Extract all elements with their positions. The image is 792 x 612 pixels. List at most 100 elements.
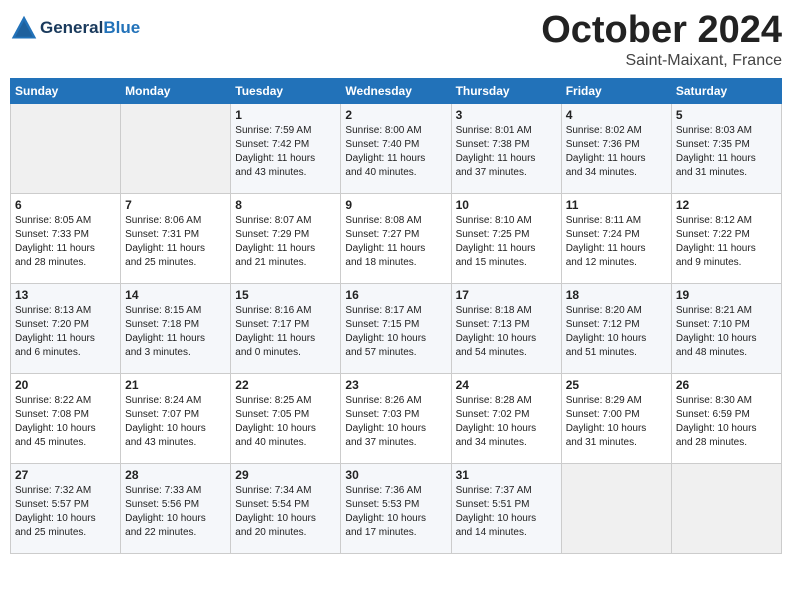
location: Saint-Maixant, France bbox=[541, 52, 782, 70]
calendar-cell: 27 Sunrise: 7:32 AM Sunset: 5:57 PM Dayli… bbox=[11, 463, 121, 553]
day-number: 20 bbox=[15, 378, 116, 392]
day-number: 3 bbox=[456, 108, 557, 122]
title-block: October 2024 Saint-Maixant, France bbox=[541, 10, 782, 70]
calendar-cell: 17 Sunrise: 8:18 AM Sunset: 7:13 PM Dayli… bbox=[451, 283, 561, 373]
calendar-week-row: 27 Sunrise: 7:32 AM Sunset: 5:57 PM Dayli… bbox=[11, 463, 782, 553]
calendar-week-row: 6Sunrise: 8:05 AM Sunset: 7:33 PM Daylig… bbox=[11, 193, 782, 283]
day-number: 18 bbox=[566, 288, 667, 302]
day-info: Sunrise: 7:34 AM Sunset: 5:54 PM Dayligh… bbox=[235, 484, 336, 540]
logo-text: GeneralBlue bbox=[40, 19, 140, 38]
day-number: 8 bbox=[235, 198, 336, 212]
day-info: Sunrise: 8:17 AM Sunset: 7:15 PM Dayligh… bbox=[345, 304, 446, 360]
day-number: 17 bbox=[456, 288, 557, 302]
weekday-header: Wednesday bbox=[341, 78, 451, 103]
logo: GeneralBlue bbox=[10, 14, 140, 42]
weekday-header: Friday bbox=[561, 78, 671, 103]
day-info: Sunrise: 8:01 AM Sunset: 7:38 PM Dayligh… bbox=[456, 124, 557, 180]
day-info: Sunrise: 8:16 AM Sunset: 7:17 PM Dayligh… bbox=[235, 304, 336, 360]
day-number: 15 bbox=[235, 288, 336, 302]
calendar-cell: 28Sunrise: 7:33 AM Sunset: 5:56 PM Dayli… bbox=[121, 463, 231, 553]
day-info: Sunrise: 8:30 AM Sunset: 6:59 PM Dayligh… bbox=[676, 394, 777, 450]
calendar-cell: 20 Sunrise: 8:22 AM Sunset: 7:08 PM Dayli… bbox=[11, 373, 121, 463]
day-number: 28 bbox=[125, 468, 226, 482]
day-number: 9 bbox=[345, 198, 446, 212]
day-info: Sunrise: 8:21 AM Sunset: 7:10 PM Dayligh… bbox=[676, 304, 777, 360]
calendar-cell: 26Sunrise: 8:30 AM Sunset: 6:59 PM Dayli… bbox=[671, 373, 781, 463]
header: GeneralBlue October 2024 Saint-Maixant, … bbox=[10, 10, 782, 70]
day-number: 22 bbox=[235, 378, 336, 392]
day-info: Sunrise: 8:00 AM Sunset: 7:40 PM Dayligh… bbox=[345, 124, 446, 180]
day-number: 2 bbox=[345, 108, 446, 122]
calendar-week-row: 20 Sunrise: 8:22 AM Sunset: 7:08 PM Dayli… bbox=[11, 373, 782, 463]
day-number: 16 bbox=[345, 288, 446, 302]
day-number: 24 bbox=[456, 378, 557, 392]
day-info: Sunrise: 7:32 AM Sunset: 5:57 PM Dayligh… bbox=[15, 484, 116, 540]
calendar-cell: 21 Sunrise: 8:24 AM Sunset: 7:07 PM Dayli… bbox=[121, 373, 231, 463]
day-number: 31 bbox=[456, 468, 557, 482]
day-info: Sunrise: 8:24 AM Sunset: 7:07 PM Dayligh… bbox=[125, 394, 226, 450]
day-info: Sunrise: 8:06 AM Sunset: 7:31 PM Dayligh… bbox=[125, 214, 226, 270]
calendar-cell: 16 Sunrise: 8:17 AM Sunset: 7:15 PM Dayli… bbox=[341, 283, 451, 373]
calendar-week-row: 1 Sunrise: 7:59 AM Sunset: 7:42 PM Daylig… bbox=[11, 103, 782, 193]
day-info: Sunrise: 8:29 AM Sunset: 7:00 PM Dayligh… bbox=[566, 394, 667, 450]
calendar-cell: 11Sunrise: 8:11 AM Sunset: 7:24 PM Dayli… bbox=[561, 193, 671, 283]
calendar-cell: 3 Sunrise: 8:01 AM Sunset: 7:38 PM Daylig… bbox=[451, 103, 561, 193]
calendar-cell: 19 Sunrise: 8:21 AM Sunset: 7:10 PM Dayli… bbox=[671, 283, 781, 373]
page-container: GeneralBlue October 2024 Saint-Maixant, … bbox=[0, 0, 792, 564]
day-number: 30 bbox=[345, 468, 446, 482]
day-number: 23 bbox=[345, 378, 446, 392]
calendar-cell: 1 Sunrise: 7:59 AM Sunset: 7:42 PM Daylig… bbox=[231, 103, 341, 193]
calendar-cell: 12 Sunrise: 8:12 AM Sunset: 7:22 PM Dayli… bbox=[671, 193, 781, 283]
day-number: 19 bbox=[676, 288, 777, 302]
day-number: 7 bbox=[125, 198, 226, 212]
day-info: Sunrise: 8:12 AM Sunset: 7:22 PM Dayligh… bbox=[676, 214, 777, 270]
day-number: 10 bbox=[456, 198, 557, 212]
day-number: 11 bbox=[566, 198, 667, 212]
day-info: Sunrise: 7:59 AM Sunset: 7:42 PM Dayligh… bbox=[235, 124, 336, 180]
calendar-cell bbox=[11, 103, 121, 193]
weekday-header-row: SundayMondayTuesdayWednesdayThursdayFrid… bbox=[11, 78, 782, 103]
day-info: Sunrise: 8:15 AM Sunset: 7:18 PM Dayligh… bbox=[125, 304, 226, 360]
calendar-cell bbox=[671, 463, 781, 553]
calendar-cell: 23Sunrise: 8:26 AM Sunset: 7:03 PM Dayli… bbox=[341, 373, 451, 463]
day-info: Sunrise: 8:25 AM Sunset: 7:05 PM Dayligh… bbox=[235, 394, 336, 450]
day-number: 12 bbox=[676, 198, 777, 212]
day-info: Sunrise: 7:37 AM Sunset: 5:51 PM Dayligh… bbox=[456, 484, 557, 540]
day-info: Sunrise: 8:03 AM Sunset: 7:35 PM Dayligh… bbox=[676, 124, 777, 180]
calendar-cell: 22 Sunrise: 8:25 AM Sunset: 7:05 PM Dayli… bbox=[231, 373, 341, 463]
day-info: Sunrise: 8:07 AM Sunset: 7:29 PM Dayligh… bbox=[235, 214, 336, 270]
day-number: 21 bbox=[125, 378, 226, 392]
calendar-cell bbox=[561, 463, 671, 553]
calendar-cell: 7 Sunrise: 8:06 AM Sunset: 7:31 PM Daylig… bbox=[121, 193, 231, 283]
day-info: Sunrise: 8:10 AM Sunset: 7:25 PM Dayligh… bbox=[456, 214, 557, 270]
calendar-cell: 9 Sunrise: 8:08 AM Sunset: 7:27 PM Daylig… bbox=[341, 193, 451, 283]
day-info: Sunrise: 8:18 AM Sunset: 7:13 PM Dayligh… bbox=[456, 304, 557, 360]
weekday-header: Monday bbox=[121, 78, 231, 103]
calendar-cell: 25Sunrise: 8:29 AM Sunset: 7:00 PM Dayli… bbox=[561, 373, 671, 463]
calendar-cell: 10 Sunrise: 8:10 AM Sunset: 7:25 PM Dayli… bbox=[451, 193, 561, 283]
day-number: 4 bbox=[566, 108, 667, 122]
day-number: 14 bbox=[125, 288, 226, 302]
logo-blue: Blue bbox=[103, 18, 140, 37]
calendar-cell: 24 Sunrise: 8:28 AM Sunset: 7:02 PM Dayli… bbox=[451, 373, 561, 463]
calendar-cell: 18 Sunrise: 8:20 AM Sunset: 7:12 PM Dayli… bbox=[561, 283, 671, 373]
day-number: 6 bbox=[15, 198, 116, 212]
logo-general: General bbox=[40, 18, 103, 37]
day-info: Sunrise: 8:08 AM Sunset: 7:27 PM Dayligh… bbox=[345, 214, 446, 270]
day-info: Sunrise: 7:36 AM Sunset: 5:53 PM Dayligh… bbox=[345, 484, 446, 540]
calendar-table: SundayMondayTuesdayWednesdayThursdayFrid… bbox=[10, 78, 782, 554]
day-number: 29 bbox=[235, 468, 336, 482]
day-number: 27 bbox=[15, 468, 116, 482]
weekday-header: Sunday bbox=[11, 78, 121, 103]
day-number: 1 bbox=[235, 108, 336, 122]
day-info: Sunrise: 8:13 AM Sunset: 7:20 PM Dayligh… bbox=[15, 304, 116, 360]
calendar-cell: 29 Sunrise: 7:34 AM Sunset: 5:54 PM Dayli… bbox=[231, 463, 341, 553]
day-info: Sunrise: 8:28 AM Sunset: 7:02 PM Dayligh… bbox=[456, 394, 557, 450]
day-info: Sunrise: 8:22 AM Sunset: 7:08 PM Dayligh… bbox=[15, 394, 116, 450]
calendar-cell: 30 Sunrise: 7:36 AM Sunset: 5:53 PM Dayli… bbox=[341, 463, 451, 553]
day-info: Sunrise: 8:20 AM Sunset: 7:12 PM Dayligh… bbox=[566, 304, 667, 360]
calendar-cell: 14 Sunrise: 8:15 AM Sunset: 7:18 PM Dayli… bbox=[121, 283, 231, 373]
calendar-cell bbox=[121, 103, 231, 193]
calendar-cell: 2 Sunrise: 8:00 AM Sunset: 7:40 PM Daylig… bbox=[341, 103, 451, 193]
calendar-cell: 5Sunrise: 8:03 AM Sunset: 7:35 PM Daylig… bbox=[671, 103, 781, 193]
